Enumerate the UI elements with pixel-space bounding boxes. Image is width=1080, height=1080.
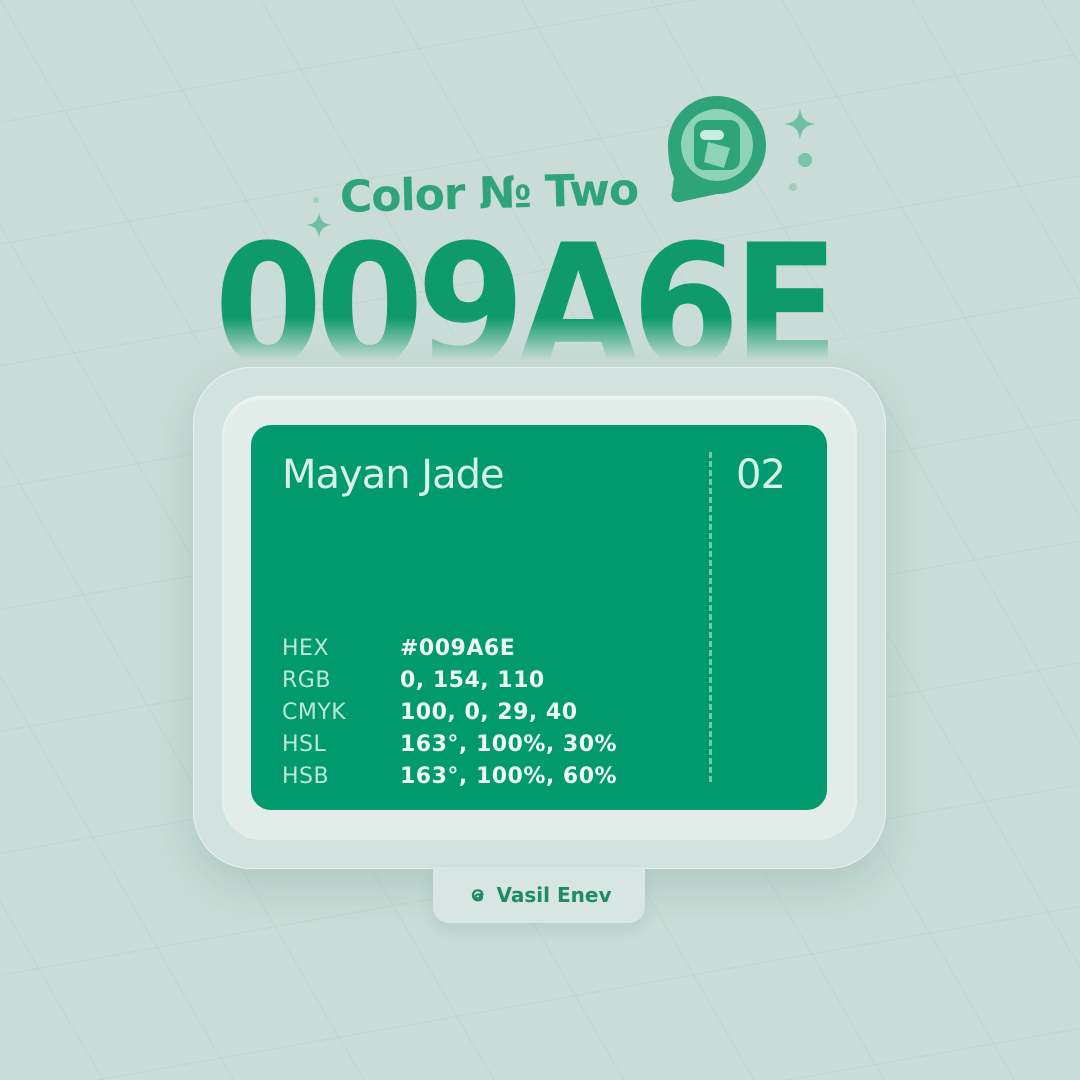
spec-label: CMYK [282, 699, 347, 725]
spec-row-rgb: RGB 0, 154, 110 [282, 664, 617, 696]
spec-value: 0, 154, 110 [400, 667, 545, 693]
spec-row-hsb: HSB 163°, 100%, 60% [282, 760, 617, 792]
color-specs: HEX #009A6E RGB 0, 154, 110 CMYK 100, 0,… [282, 632, 617, 792]
spec-value: 163°, 100%, 30% [400, 731, 618, 757]
spec-row-hsl: HSL 163°, 100%, 30% [282, 728, 617, 760]
spec-row-hex: HEX #009A6E [282, 632, 617, 664]
author-name: Vasil Enev [496, 883, 612, 907]
spec-value: #009A6E [400, 635, 516, 661]
sparkle-icon [306, 212, 332, 238]
spec-label: HSB [282, 763, 330, 789]
dot-icon [789, 183, 797, 191]
spec-value: 163°, 100%, 60% [400, 763, 618, 789]
spec-label: HEX [282, 635, 330, 661]
sparkle-icon [784, 108, 816, 140]
dashed-divider [709, 452, 712, 782]
dot-icon [798, 153, 812, 167]
swatch-badge-icon [668, 96, 766, 203]
threads-icon [471, 889, 484, 902]
spec-label: RGB [282, 667, 331, 693]
color-name: Mayan Jade [282, 452, 505, 498]
spec-row-cmyk: CMYK 100, 0, 29, 40 [282, 696, 617, 728]
author-tag[interactable]: Vasil Enev [433, 867, 645, 923]
dot-icon [313, 197, 319, 203]
color-index: 02 [736, 452, 786, 498]
spec-label: HSL [282, 731, 327, 757]
spec-value: 100, 0, 29, 40 [400, 699, 578, 725]
